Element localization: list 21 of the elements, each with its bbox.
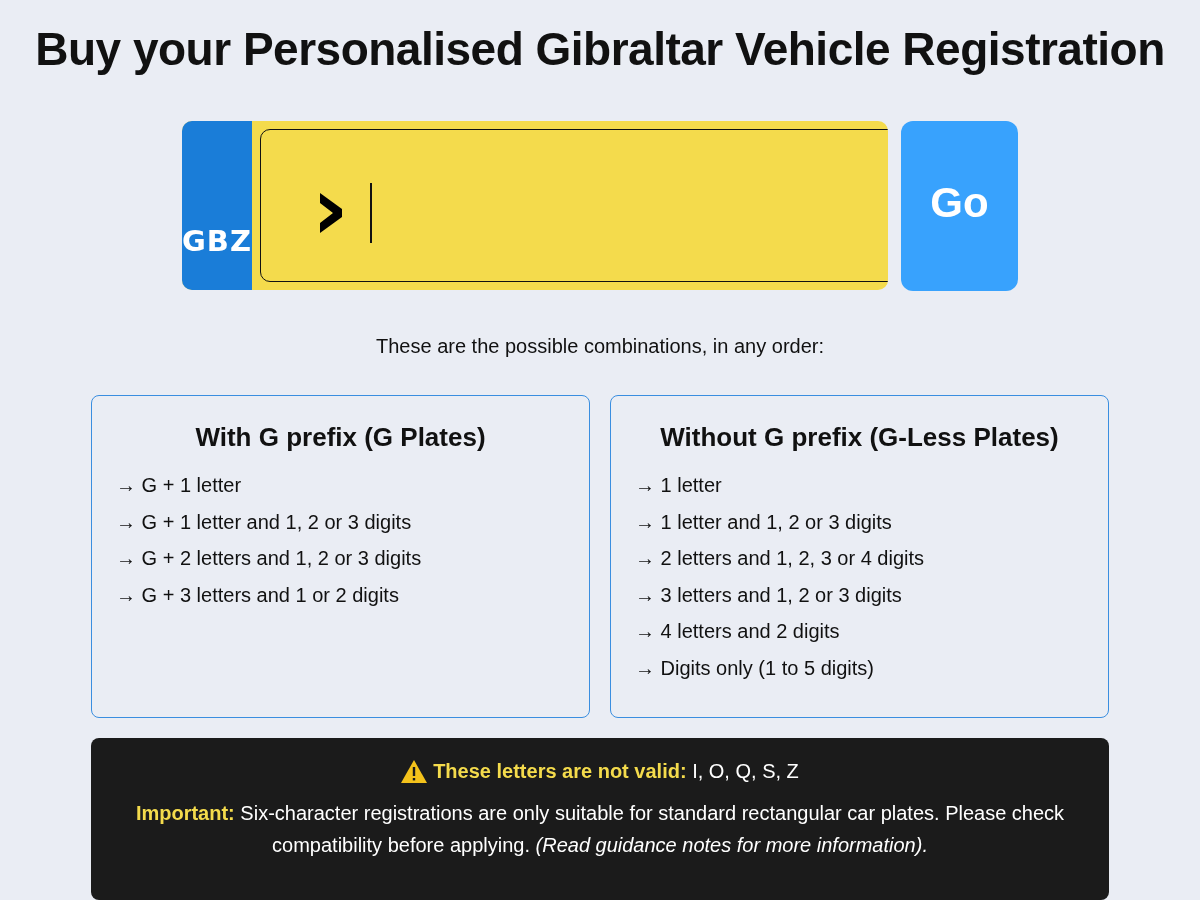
warning-icon [401, 760, 428, 783]
text-cursor [369, 183, 372, 243]
country-code: GBZ [182, 224, 252, 258]
combination-item: → G + 1 letter and 1, 2 or 3 digits [116, 509, 413, 535]
combination-item: → Digits only (1 to 5 digits) [635, 655, 875, 681]
card-title: Without G prefix (G-Less Plates) [659, 422, 1060, 453]
go-button[interactable]: Go [901, 121, 1018, 291]
chevron-icon [319, 193, 342, 233]
page-title: Buy your Personalised Gibraltar Vehicle Registration [35, 22, 1165, 76]
combination-item: → G + 2 letters and 1, 2 or 3 digits [116, 546, 423, 571]
combination-item: → 1 letter [635, 473, 723, 498]
combination-item: → G + 3 letters and 1 or 2 digits [116, 582, 400, 608]
card-title: With G prefix (G Plates) [194, 422, 487, 453]
combination-item: → 3 letters and 1, 2 or 3 digits [635, 582, 903, 608]
combination-item: → 2 letters and 1, 2, 3 or 4 digits [635, 546, 926, 571]
intro-text: These are the possible combinations, in any order: [376, 335, 824, 358]
important-text: Important: Six-character registrations are only suitable for standard rectangular car plates. Please check compatibility before applying. (Read guidance notes for more information). [134, 801, 1066, 858]
combination-item: → 4 letters and 2 digits [635, 619, 841, 644]
invalid-letters-text: These letters are not valid: I, O, Q, S, Z [433, 760, 799, 783]
combination-item: → G + 1 letter [116, 473, 243, 498]
combination-item: → 1 letter and 1, 2 or 3 digits [635, 509, 893, 535]
